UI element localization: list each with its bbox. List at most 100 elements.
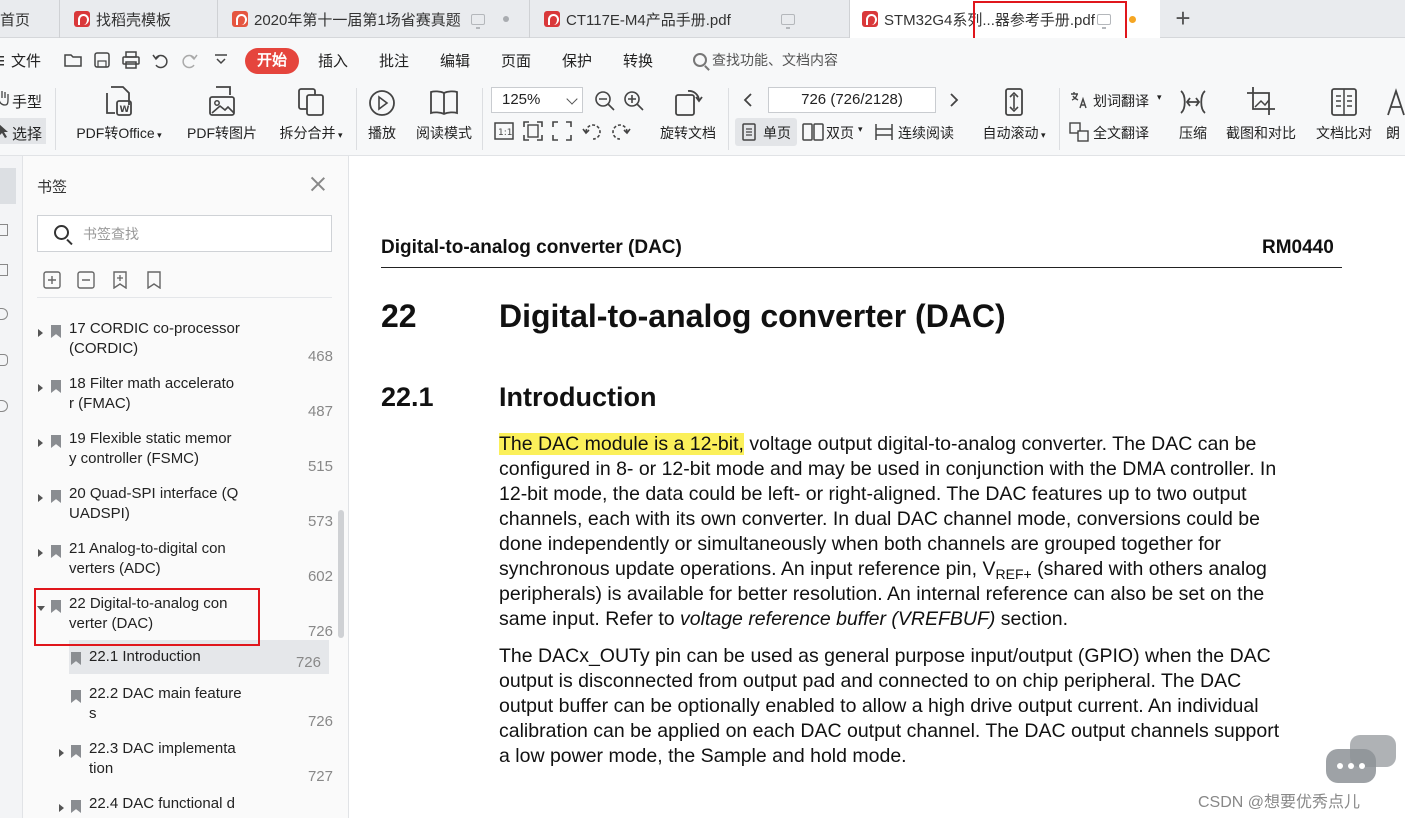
tab-page[interactable]: 页面	[501, 50, 531, 71]
read-mode-button[interactable]: 阅读模式	[412, 82, 476, 143]
pdf-to-office-button[interactable]: W PDF转Office ▾	[70, 82, 168, 143]
single-page-button[interactable]: 单页	[763, 123, 791, 143]
expand-arrow-icon[interactable]	[59, 804, 64, 812]
bookmark-item-22-3[interactable]: 22.3 DAC implementa tion 727	[23, 739, 333, 794]
compress-button[interactable]: 压缩	[1174, 82, 1212, 143]
running-header-docid: RM0440	[1262, 237, 1334, 258]
bookmark-scrollbar[interactable]	[338, 510, 344, 638]
close-dot-icon[interactable]	[502, 16, 509, 22]
highlighted-text[interactable]: The DAC module is a 12-bit,	[499, 433, 744, 455]
bookmark-search-input[interactable]	[83, 224, 313, 244]
monitor-icon[interactable]	[470, 13, 485, 29]
section-number: 22.1	[381, 382, 434, 412]
full-translate-button[interactable]: 全文翻译	[1093, 123, 1149, 143]
zoom-out-icon[interactable]	[594, 90, 616, 112]
monitor-icon[interactable]	[780, 13, 795, 29]
bookmark-nav-selected[interactable]	[0, 168, 16, 204]
hamburger-icon[interactable]	[0, 54, 8, 66]
zoom-select[interactable]: 125%	[491, 87, 583, 113]
tab-convert[interactable]: 转换	[623, 50, 653, 71]
play-button[interactable]: 播放	[362, 82, 402, 143]
save-icon[interactable]	[93, 51, 111, 69]
bookmark-page: 726	[295, 654, 321, 671]
new-tab-plus-icon[interactable]: +	[1170, 4, 1196, 32]
screenshot-compare-button[interactable]: 截图和对比	[1220, 82, 1302, 143]
hand-tool-button[interactable]: 手型	[12, 91, 42, 112]
bookmark-item-21[interactable]: 21 Analog-to-digital con verters (ADC) 60…	[23, 539, 333, 594]
redo-icon[interactable]	[181, 51, 199, 69]
bookmark-item-18[interactable]: 18 Filter math accelerato r (FMAC) 487	[23, 374, 333, 429]
tab-docer-templates[interactable]: 找稻壳模板	[60, 0, 218, 38]
bookmark-item-20[interactable]: 20 Quad-SPI interface (Q UADSPI) 573	[23, 484, 333, 539]
rotate-document-button[interactable]: 旋转文档	[654, 82, 722, 143]
menu-file[interactable]: 文件	[11, 50, 41, 71]
expand-arrow-icon[interactable]	[38, 329, 43, 337]
search-nav-icon[interactable]	[0, 308, 8, 320]
auto-scroll-button[interactable]: 自动滚动 ▾	[976, 82, 1052, 143]
pdf-icon	[544, 11, 560, 27]
chat-bubble-icon[interactable]	[1326, 735, 1396, 787]
previous-page-icon[interactable]	[742, 92, 754, 108]
expand-arrow-icon[interactable]	[38, 494, 43, 502]
bookmark-icon[interactable]	[145, 271, 163, 289]
actual-size-icon[interactable]: 1:1	[494, 122, 514, 140]
compress-label: 压缩	[1179, 125, 1207, 141]
tab-start[interactable]: 开始	[245, 48, 299, 74]
annotation-nav-icon[interactable]	[0, 264, 8, 276]
add-bookmark-icon[interactable]	[111, 271, 129, 289]
tab-home[interactable]: 首页	[0, 0, 60, 38]
zoom-in-icon[interactable]	[623, 90, 645, 112]
rotate-right-icon[interactable]	[610, 120, 632, 142]
unsaved-dot-icon[interactable]	[1128, 15, 1136, 23]
tab-contest-doc[interactable]: 2020年第十一届第1场省赛真题	[218, 0, 530, 38]
split-merge-button[interactable]: 拆分合并 ▾	[272, 82, 350, 143]
tab-protect[interactable]: 保护	[562, 50, 592, 71]
collapse-all-icon[interactable]	[77, 271, 95, 289]
read-aloud-button[interactable]: 朗	[1386, 82, 1405, 143]
bookmark-item-22-2[interactable]: 22.2 DAC main feature s 726	[23, 684, 333, 739]
tab-annotate[interactable]: 批注	[379, 50, 409, 71]
bookmark-page: 468	[307, 348, 333, 365]
double-page-dropdown-icon[interactable]: ▾	[858, 124, 863, 135]
close-icon[interactable]	[310, 176, 326, 192]
bookmark-item-19[interactable]: 19 Flexible static memor y controller (FS…	[23, 429, 333, 484]
tab-edit[interactable]: 编辑	[440, 50, 470, 71]
document-view[interactable]: Digital-to-analog converter (DAC) RM0440…	[349, 156, 1405, 818]
open-folder-icon[interactable]	[64, 51, 82, 69]
expand-arrow-icon[interactable]	[59, 749, 64, 757]
next-page-icon[interactable]	[948, 92, 960, 108]
tab-ct117e-manual[interactable]: CT117E-M4产品手册.pdf	[530, 0, 850, 38]
word-translate-dropdown-icon[interactable]: ▾	[1157, 92, 1162, 103]
page-number-input[interactable]: 726 (726/2128)	[768, 87, 936, 113]
function-search[interactable]: 查找功能、文档内容	[693, 50, 838, 70]
rotate-document-icon	[675, 90, 703, 116]
document-compare-button[interactable]: 文档比对	[1310, 82, 1378, 143]
expand-arrow-icon[interactable]	[38, 549, 43, 557]
undo-icon[interactable]	[151, 51, 169, 69]
tab-insert[interactable]: 插入	[318, 50, 348, 71]
print-icon[interactable]	[122, 51, 140, 69]
fit-width-icon[interactable]	[551, 120, 573, 142]
fit-page-icon[interactable]	[522, 120, 544, 142]
bookmark-item-17[interactable]: 17 CORDIC co-processor (CORDIC) 468	[23, 319, 333, 374]
attachment-nav-icon[interactable]	[0, 354, 8, 366]
bookmark-item-22-4[interactable]: 22.4 DAC functional d	[23, 794, 333, 818]
select-tool-button[interactable]: 选择	[12, 123, 42, 144]
expand-arrow-icon[interactable]	[38, 384, 43, 392]
double-page-button[interactable]: 双页	[826, 123, 854, 143]
cursor-icon	[0, 124, 8, 138]
cross-reference[interactable]: voltage reference buffer (VREFBUF)	[680, 608, 995, 630]
rotate-left-icon[interactable]	[581, 120, 603, 142]
expand-all-icon[interactable]	[43, 271, 61, 289]
pdf-to-image-button[interactable]: PDF转图片	[182, 82, 262, 143]
word-translate-button[interactable]: 划词翻译	[1093, 91, 1149, 111]
docer-icon	[74, 11, 90, 27]
layers-nav-icon[interactable]	[0, 400, 8, 412]
thumbnail-nav-icon[interactable]	[0, 224, 8, 236]
continuous-read-button[interactable]: 连续阅读	[898, 123, 954, 143]
ribbon-divider	[482, 88, 483, 150]
play-label: 播放	[368, 125, 396, 141]
expand-arrow-icon[interactable]	[38, 439, 43, 447]
quick-access-dropdown-icon[interactable]	[212, 51, 230, 69]
bookmark-search-box[interactable]	[37, 215, 332, 252]
